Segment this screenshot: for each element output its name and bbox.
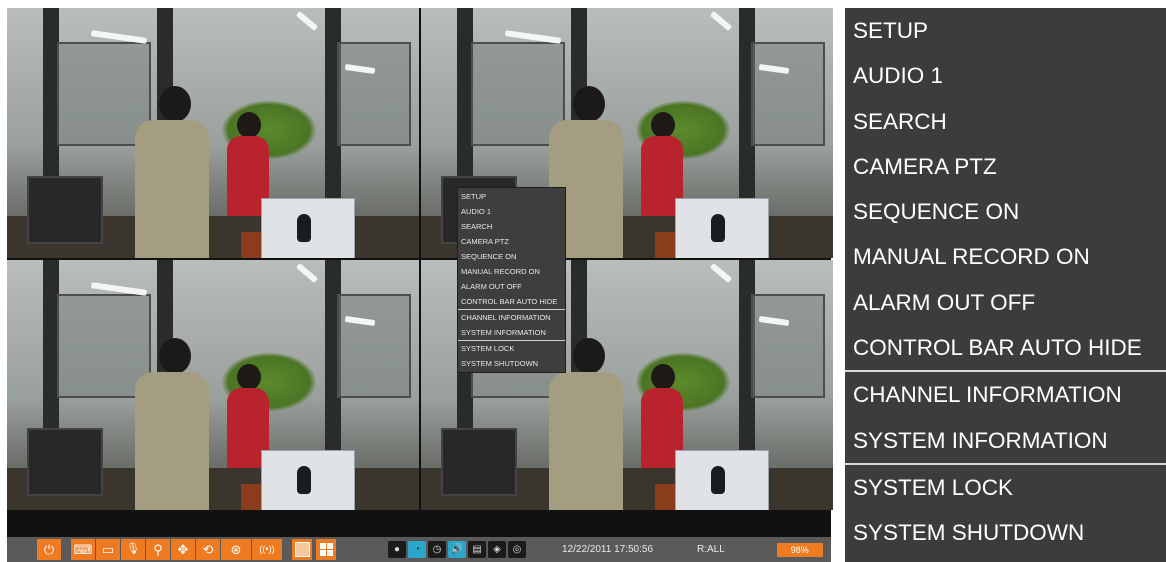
ptz-button[interactable]: ✥ xyxy=(171,539,195,560)
schedule-status-icon: ◔ xyxy=(408,541,426,558)
camera-view-1[interactable] xyxy=(7,8,419,258)
keyboard-icon: ⌨ xyxy=(73,542,93,557)
menu-item-manual-record[interactable]: MANUAL RECORD ON xyxy=(458,264,565,279)
menu-item-search[interactable]: SEARCH xyxy=(458,219,565,234)
enlarged-menu: SETUP AUDIO 1 SEARCH CAMERA PTZ SEQUENCE… xyxy=(845,8,1166,562)
rotate-icon: ⟲ xyxy=(202,542,214,557)
menu-item-search[interactable]: SEARCH xyxy=(845,99,1166,144)
record-status-icon: ◎ xyxy=(508,541,526,558)
magnifier-icon: ⚲ xyxy=(153,542,163,557)
quad-screen-icon xyxy=(319,543,333,556)
menu-item-control-bar-auto-hide[interactable]: CONTROL BAR AUTO HIDE xyxy=(845,325,1166,370)
menu-item-camera-ptz[interactable]: CAMERA PTZ xyxy=(458,234,565,249)
menu-item-setup[interactable]: SETUP xyxy=(458,189,565,204)
alarm-signal-icon: ((•)) xyxy=(259,544,275,554)
layout-single-button[interactable] xyxy=(292,539,312,560)
single-screen-icon xyxy=(294,542,310,557)
menu-item-system-information[interactable]: SYSTEM INFORMATION xyxy=(458,325,565,340)
menu-item-control-bar-auto-hide[interactable]: CONTROL BAR AUTO HIDE xyxy=(458,294,565,309)
menu-item-alarm-out[interactable]: ALARM OUT OFF xyxy=(458,279,565,294)
record-mode-status: R:ALL xyxy=(697,544,725,555)
layout-quad-button[interactable] xyxy=(316,539,336,560)
monitor-button[interactable]: ▭ xyxy=(96,539,120,560)
popup-menu: SETUP AUDIO 1 SEARCH CAMERA PTZ SEQUENCE… xyxy=(457,187,566,373)
datetime-display: 12/22/2011 17:50:56 xyxy=(562,544,654,555)
menu-item-channel-information[interactable]: CHANNEL INFORMATION xyxy=(458,310,565,325)
menu-item-sequence[interactable]: SEQUENCE ON xyxy=(458,249,565,264)
power-icon: ⏻ xyxy=(43,542,55,557)
microphone-icon: 🎙 xyxy=(126,543,140,555)
monitor-icon: ▭ xyxy=(101,542,115,557)
network-status-icon: ● xyxy=(388,541,406,558)
menu-item-setup[interactable]: SETUP xyxy=(845,8,1166,53)
keyboard-button[interactable]: ⌨ xyxy=(71,539,95,560)
menu-item-system-shutdown[interactable]: SYSTEM SHUTDOWN xyxy=(458,356,565,371)
power-button[interactable]: ⏻ xyxy=(37,539,61,560)
menu-item-audio[interactable]: AUDIO 1 xyxy=(458,204,565,219)
menu-item-system-shutdown[interactable]: SYSTEM SHUTDOWN xyxy=(845,510,1166,555)
control-bar: ⏻ ⌨ ▭ 🎙 ⚲ ✥ ⟲ ⊛ ((•)) ● ◔ ◷ 🔊 ▤ ◈ ◎ 12/2… xyxy=(7,537,831,562)
disk-status-icon: ▤ xyxy=(468,541,486,558)
audio-button[interactable]: 🎙 xyxy=(121,539,145,560)
dvr-monitor: SETUP AUDIO 1 SEARCH CAMERA PTZ SEQUENCE… xyxy=(7,8,833,562)
pan-tour-icon: ⊛ xyxy=(230,542,242,557)
camera-view-3[interactable] xyxy=(7,260,419,510)
menu-item-system-lock[interactable]: SYSTEM LOCK xyxy=(845,465,1166,510)
menu-item-system-information[interactable]: SYSTEM INFORMATION xyxy=(845,418,1166,463)
alarm-status-icon: ◈ xyxy=(488,541,506,558)
disk-usage-indicator: 98% xyxy=(776,542,823,557)
clock-status-icon: ◷ xyxy=(428,541,446,558)
menu-item-alarm-out[interactable]: ALARM OUT OFF xyxy=(845,280,1166,325)
menu-item-channel-information[interactable]: CHANNEL INFORMATION xyxy=(845,372,1166,417)
camera-grid xyxy=(7,8,833,537)
alarm-button[interactable]: ((•)) xyxy=(252,539,282,560)
menu-item-camera-ptz[interactable]: CAMERA PTZ xyxy=(845,144,1166,189)
move-arrows-icon: ✥ xyxy=(177,542,189,557)
zoom-button[interactable]: ⚲ xyxy=(146,539,170,560)
speaker-status-icon: 🔊 xyxy=(448,541,466,558)
menu-item-system-lock[interactable]: SYSTEM LOCK xyxy=(458,341,565,356)
pan-tour-button[interactable]: ⊛ xyxy=(221,539,251,560)
menu-item-sequence[interactable]: SEQUENCE ON xyxy=(845,189,1166,234)
menu-item-manual-record[interactable]: MANUAL RECORD ON xyxy=(845,234,1166,279)
menu-item-audio[interactable]: AUDIO 1 xyxy=(845,53,1166,98)
sequence-button[interactable]: ⟲ xyxy=(196,539,220,560)
